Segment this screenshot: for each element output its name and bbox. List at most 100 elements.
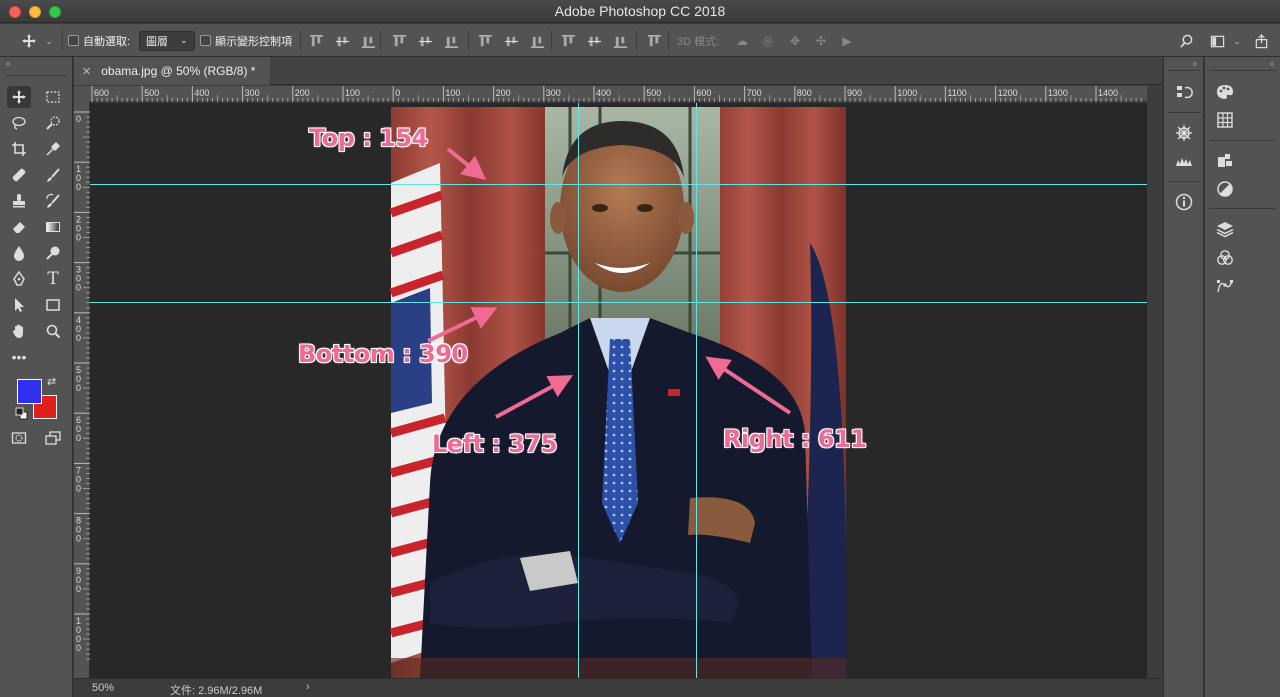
swap-colors-icon[interactable]: ⇄ <box>47 375 56 388</box>
ruler-tick-label: 1400 <box>1098 88 1118 98</box>
adjustments-panel-icon[interactable] <box>1214 178 1236 200</box>
collapsed-panel-dock: » <box>1163 57 1204 697</box>
collapse-panels-icon[interactable]: « <box>1270 59 1274 68</box>
healing-brush-tool-button[interactable] <box>7 164 31 186</box>
move-tool-icon[interactable] <box>20 32 38 50</box>
align-left-icon[interactable] <box>390 32 408 50</box>
screen-mode-icon[interactable] <box>41 427 65 449</box>
ruler-tick-label: 0 <box>76 182 81 192</box>
brush-settings-icon[interactable] <box>1173 122 1195 144</box>
ruler-tick-label: 600 <box>696 88 711 98</box>
layers-panel-icon[interactable] <box>1214 218 1236 240</box>
top-arrow <box>446 147 487 181</box>
move-tool-button[interactable] <box>7 86 31 108</box>
quick-mask-icon[interactable] <box>7 427 31 449</box>
zoom-level[interactable]: 50% <box>92 682 114 694</box>
paths-panel-icon[interactable] <box>1214 275 1236 297</box>
distribute-vcenter-icon[interactable] <box>502 32 520 50</box>
ruler-tick-label: 600 <box>94 88 109 98</box>
history-panel-icon[interactable] <box>1173 81 1195 103</box>
maximize-window-button[interactable] <box>49 6 61 18</box>
ruler-tick-label: 200 <box>295 88 310 98</box>
quick-selection-tool-button[interactable] <box>41 112 65 134</box>
more-tools-icon[interactable]: ••• <box>7 346 31 368</box>
distribute-hcenter-icon[interactable] <box>585 32 603 50</box>
close-tab-icon[interactable]: ✕ <box>82 65 91 78</box>
drag-3d-icon[interactable]: ✥ <box>786 32 804 50</box>
distribute-left-icon[interactable] <box>559 32 577 50</box>
auto-select-dropdown[interactable]: 圖層 ⌄ <box>139 30 195 51</box>
hand-tool-button[interactable] <box>7 320 31 342</box>
distribute-bottom-icon[interactable] <box>528 32 546 50</box>
share-icon[interactable] <box>1252 32 1270 50</box>
scale-3d-icon[interactable]: ▶ <box>838 32 856 50</box>
ruler-tick-label: 0 <box>76 534 81 544</box>
lasso-tool-button[interactable] <box>7 112 31 134</box>
ruler-tick-label: 400 <box>194 88 209 98</box>
minimize-window-button[interactable] <box>29 6 41 18</box>
eyedropper-tool-button[interactable] <box>41 138 65 160</box>
ruler-tick-label: 0 <box>76 433 81 443</box>
clone-stamp-tool-button[interactable] <box>7 190 31 212</box>
search-icon[interactable] <box>1177 32 1195 50</box>
rectangle-tool-button[interactable] <box>41 294 65 316</box>
file-size-info[interactable]: 文件: 2.96M/2.96M <box>170 682 262 697</box>
zoom-tool-button[interactable] <box>41 320 65 342</box>
align-right-icon[interactable] <box>442 32 460 50</box>
pen-tool-button[interactable] <box>7 268 31 290</box>
history-brush-tool-button[interactable] <box>41 190 65 212</box>
default-colors-icon[interactable] <box>15 407 29 421</box>
brush-presets-icon[interactable] <box>1173 150 1195 172</box>
color-panel-icon[interactable] <box>1214 81 1236 103</box>
align-bottom-icon[interactable] <box>359 32 377 50</box>
document-canvas[interactable]: Top : 154 Bottom : 390 Left : 375 Right … <box>90 103 1147 678</box>
ruler-tick-label: 100 <box>445 88 460 98</box>
swatches-panel-icon[interactable] <box>1214 109 1236 131</box>
vertical-ruler[interactable]: 01002003004005006007008009001000 <box>74 102 90 678</box>
collapse-toolbar-icon[interactable]: « <box>6 59 10 68</box>
type-tool-button[interactable]: T <box>41 268 65 290</box>
3d-mode-label: 3D 模式: <box>677 35 720 48</box>
workspace-chevron-icon[interactable]: ⌄ <box>1228 32 1246 50</box>
options-bar: ⌄ 自動選取: 圖層 ⌄ 顯示變形控制項 3D 模式: ☁ ◎ ✥ ✣ ▶ ⌄ <box>0 24 1280 57</box>
foreground-color-swatch[interactable] <box>17 379 42 404</box>
crop-tool-button[interactable] <box>7 138 31 160</box>
channels-panel-icon[interactable] <box>1214 247 1236 269</box>
distribute-right-icon[interactable] <box>611 32 629 50</box>
align-hcenter-icon[interactable] <box>416 32 434 50</box>
ruler-origin[interactable] <box>74 86 90 102</box>
document-tab[interactable]: ✕ obama.jpg @ 50% (RGB/8) * <box>74 57 270 85</box>
auto-select-value: 圖層 <box>146 35 168 48</box>
ruler-tick-label: 300 <box>245 88 260 98</box>
workspace-icon[interactable] <box>1208 32 1226 50</box>
document-tab-title: obama.jpg @ 50% (RGB/8) * <box>101 64 256 78</box>
info-panel-icon[interactable] <box>1173 191 1195 213</box>
distribute-top-icon[interactable] <box>476 32 494 50</box>
slide-3d-icon[interactable]: ✣ <box>812 32 830 50</box>
ruler-tick-label: 500 <box>144 88 159 98</box>
orbit-3d-icon[interactable]: ☁ <box>733 32 751 50</box>
right-arrow <box>705 356 792 415</box>
align-top-icon[interactable] <box>307 32 325 50</box>
ruler-tick-label: 0 <box>76 584 81 594</box>
libraries-panel-icon[interactable] <box>1214 149 1236 171</box>
marquee-tool-button[interactable] <box>41 86 65 108</box>
tool-preset-chevron-icon[interactable]: ⌄ <box>40 32 58 50</box>
show-transform-controls-checkbox[interactable]: 顯示變形控制項 <box>200 24 292 57</box>
roll-3d-icon[interactable]: ◎ <box>759 32 777 50</box>
vertical-scrollbar[interactable] <box>1147 86 1162 678</box>
brush-tool-button[interactable] <box>41 164 65 186</box>
auto-select-checkbox[interactable]: 自動選取: <box>68 24 130 57</box>
gradient-tool-button[interactable] <box>41 216 65 238</box>
blur-tool-button[interactable] <box>7 242 31 264</box>
eraser-tool-button[interactable] <box>7 216 31 238</box>
tools-panel: « T ••• ⇄ <box>0 57 73 697</box>
horizontal-ruler[interactable]: 600 500 400 300 200 100 0 100 200 300 400 500 600 700… <box>90 86 1147 102</box>
auto-align-icon[interactable] <box>645 32 663 50</box>
path-selection-tool-button[interactable] <box>7 294 31 316</box>
expand-panels-icon[interactable]: » <box>1193 59 1197 68</box>
align-vcenter-icon[interactable] <box>333 32 351 50</box>
status-menu-chevron-icon[interactable]: › <box>306 681 310 693</box>
close-window-button[interactable] <box>9 6 21 18</box>
dodge-tool-button[interactable] <box>41 242 65 264</box>
